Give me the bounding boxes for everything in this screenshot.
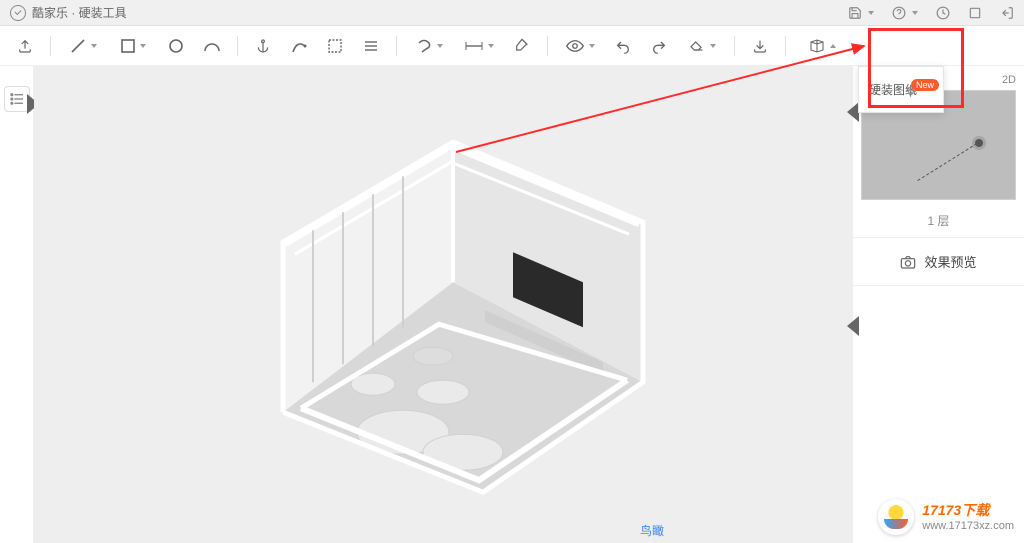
app-logo-icon bbox=[10, 5, 26, 21]
save-menu[interactable] bbox=[848, 6, 874, 20]
right-panel: 2D 1 层 效果预览 bbox=[852, 66, 1024, 543]
line-tool[interactable] bbox=[59, 29, 107, 63]
anchor-tool[interactable] bbox=[246, 29, 280, 63]
undo-icon[interactable] bbox=[606, 29, 640, 63]
camera-direction-line bbox=[917, 143, 977, 181]
paint-tool[interactable] bbox=[505, 29, 539, 63]
camera-icon bbox=[900, 255, 916, 269]
curve-tool[interactable] bbox=[282, 29, 316, 63]
window-icon[interactable] bbox=[968, 6, 982, 20]
viewport-3d[interactable]: 鸟瞰 bbox=[34, 66, 852, 543]
visibility-tool[interactable] bbox=[556, 29, 604, 63]
app-title: 酷家乐 · 硬装工具 bbox=[32, 4, 127, 21]
circle-tool[interactable] bbox=[159, 29, 193, 63]
watermark-logo-icon bbox=[878, 499, 914, 535]
birdseye-link[interactable]: 鸟瞰 bbox=[640, 522, 664, 539]
lasso-tool[interactable] bbox=[405, 29, 453, 63]
watermark: 17173下载 www.17173xz.com bbox=[878, 499, 1014, 535]
drawings-dropdown: 硬装图纸 New bbox=[858, 66, 944, 113]
room-render bbox=[223, 132, 663, 492]
watermark-url: www.17173xz.com bbox=[922, 519, 1014, 533]
main-toolbar bbox=[0, 26, 1024, 66]
dimension-tool[interactable] bbox=[455, 29, 503, 63]
help-menu[interactable] bbox=[892, 6, 918, 20]
cursor-icon bbox=[905, 86, 917, 98]
assets-list-icon[interactable] bbox=[4, 86, 30, 112]
effect-preview-label: 效果预览 bbox=[924, 252, 976, 271]
view-2d-toggle[interactable]: 2D bbox=[1002, 74, 1016, 86]
download-icon[interactable] bbox=[743, 29, 777, 63]
effect-preview-button[interactable]: 效果预览 bbox=[853, 238, 1024, 286]
watermark-brand: 17173下载 bbox=[922, 501, 1014, 519]
drawings-menu[interactable] bbox=[794, 29, 850, 63]
arc-tool[interactable] bbox=[195, 29, 229, 63]
dropdown-item-hardfit[interactable]: 硬装图纸 New bbox=[859, 75, 943, 104]
left-rail bbox=[0, 66, 34, 543]
floor-label[interactable]: 1 层 bbox=[853, 204, 1024, 238]
exit-icon[interactable] bbox=[1000, 6, 1014, 20]
select-rect-tool[interactable] bbox=[318, 29, 352, 63]
redo-icon[interactable] bbox=[642, 29, 676, 63]
upload-icon[interactable] bbox=[8, 29, 42, 63]
camera-position-icon[interactable] bbox=[975, 139, 983, 147]
eraser-tool[interactable] bbox=[678, 29, 726, 63]
layers-tool[interactable] bbox=[354, 29, 388, 63]
rect-tool[interactable] bbox=[109, 29, 157, 63]
title-bar: 酷家乐 · 硬装工具 bbox=[0, 0, 1024, 26]
history-icon[interactable] bbox=[936, 6, 950, 20]
